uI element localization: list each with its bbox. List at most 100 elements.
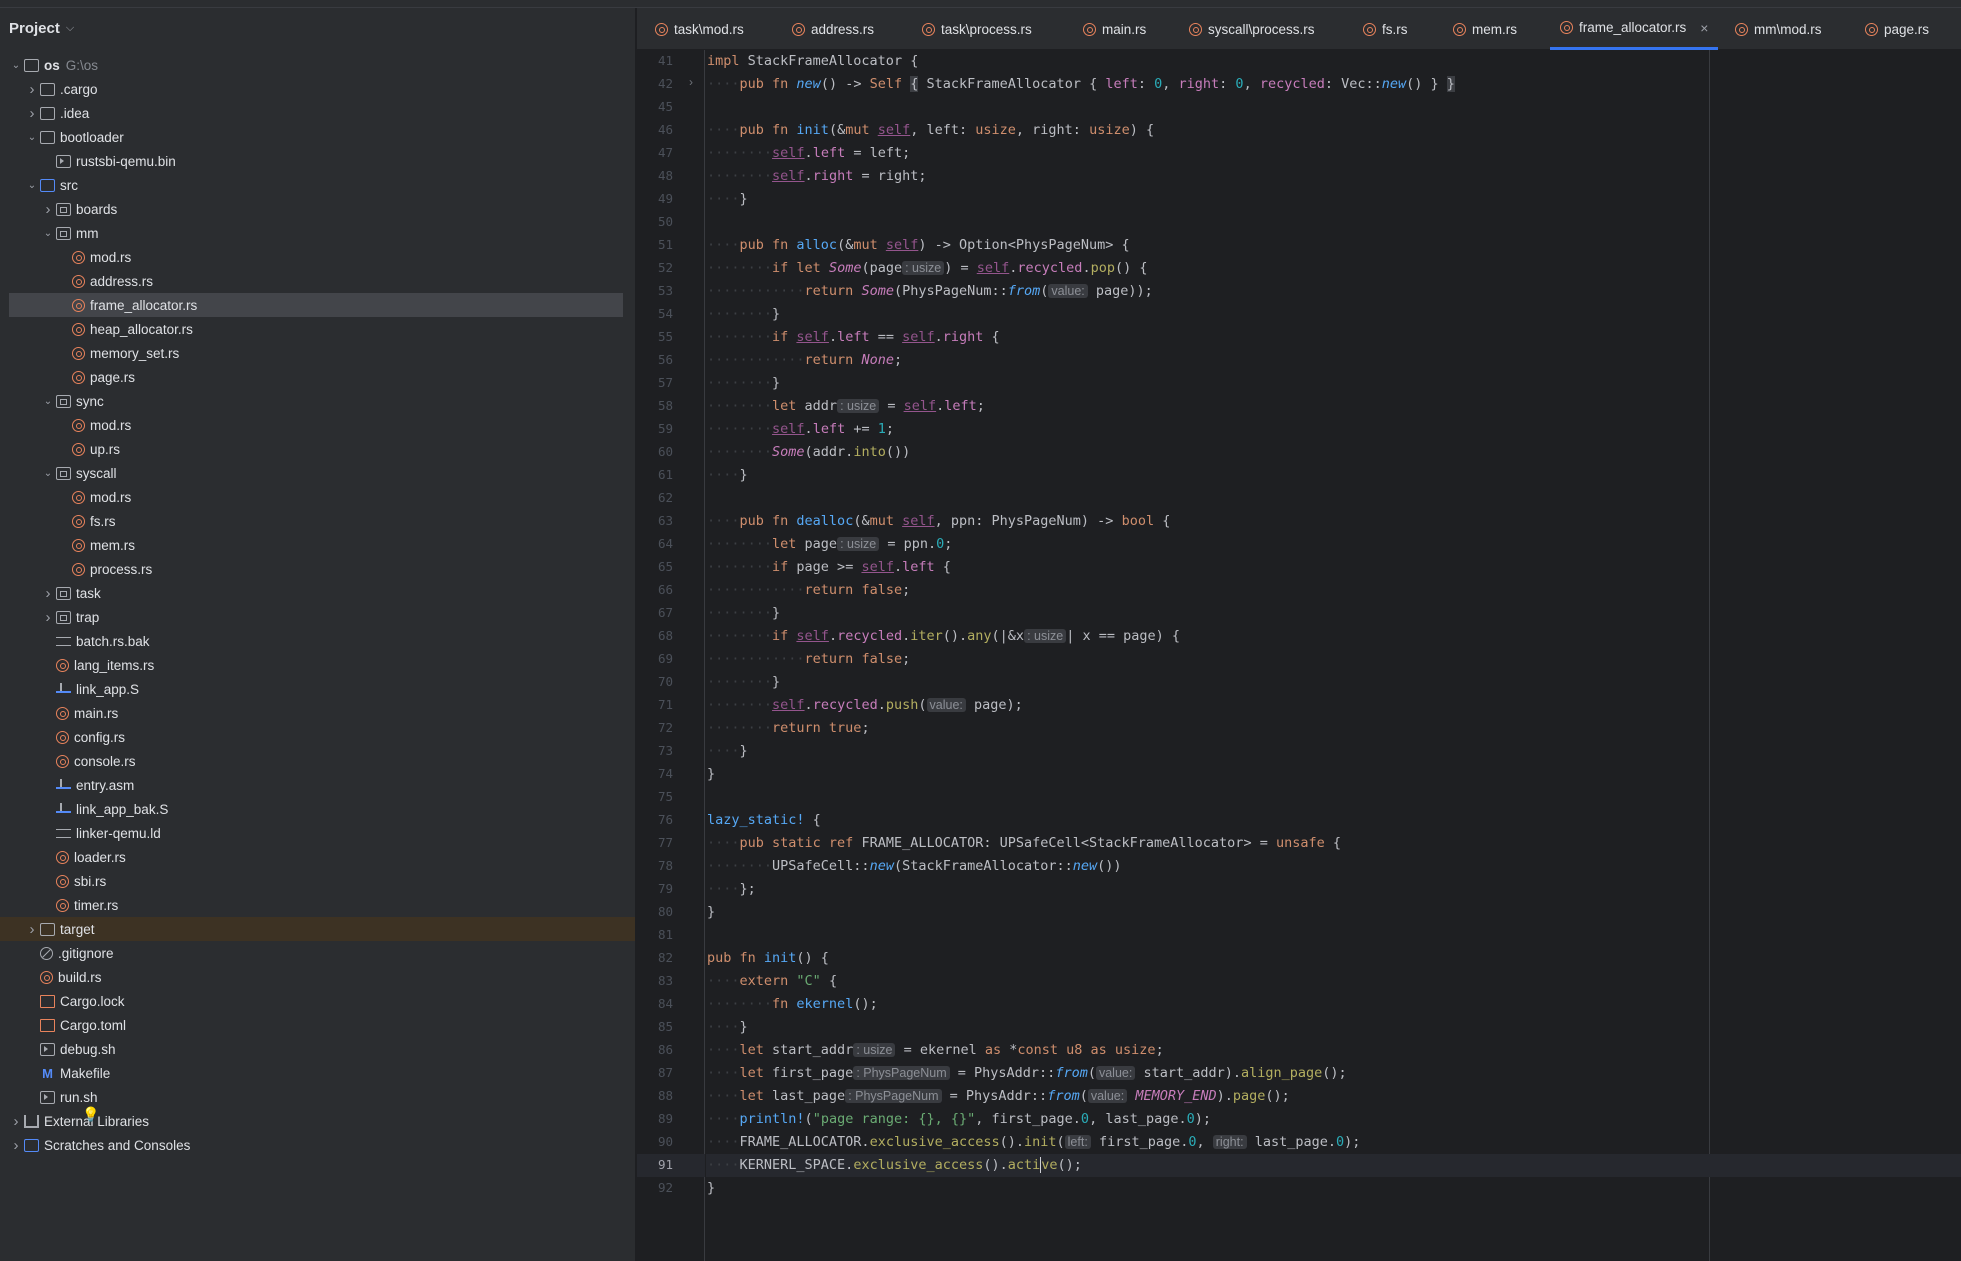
fold-expand-icon[interactable]: ›: [689, 75, 693, 89]
code-line: ········let addr: usize = self.left;: [707, 395, 985, 417]
tree-item[interactable]: debug.sh: [0, 1037, 635, 1061]
code-token: ;: [944, 536, 953, 552]
tab[interactable]: task\mod.rs: [645, 8, 754, 50]
tab[interactable]: task\process.rs: [912, 8, 1042, 50]
tree-item[interactable]: loader.rs: [0, 845, 635, 869]
chevron-down-icon[interactable]: ⌵: [66, 22, 74, 35]
tree-item[interactable]: linker-qemu.ld: [0, 821, 635, 845]
code-token: self: [902, 329, 935, 345]
chevron-down-icon[interactable]: ⌄: [24, 180, 40, 191]
code-line: ········return true;: [707, 717, 870, 739]
inlay-hint: : PhysPageNum: [853, 1066, 950, 1080]
rust-file-icon: [1865, 22, 1878, 36]
tree-item[interactable]: frame_allocator.rs: [9, 293, 623, 317]
chevron-right-icon[interactable]: ›: [40, 585, 56, 602]
tree-item[interactable]: link_app.S: [0, 677, 635, 701]
tree-item[interactable]: link_app_bak.S: [0, 797, 635, 821]
tree-item[interactable]: › target: [0, 917, 635, 941]
tree-item[interactable]: build.rs: [0, 965, 635, 989]
code-token: unsafe: [1275, 835, 1325, 851]
code-token: ().: [983, 1157, 1008, 1173]
code-token: () ->: [820, 76, 870, 92]
code-token: last_page.: [1246, 1134, 1336, 1150]
tree-item[interactable]: ⌄ mm: [0, 221, 635, 245]
chevron-right-icon[interactable]: ›: [24, 81, 40, 98]
chevron-right-icon[interactable]: ›: [24, 105, 40, 122]
tab[interactable]: address.rs: [782, 8, 884, 50]
tree-item[interactable]: Cargo.toml: [0, 1013, 635, 1037]
tree-item[interactable]: › trap: [0, 605, 635, 629]
tree-item-label: memory_set.rs: [90, 345, 180, 361]
tree-item-label: mm: [76, 225, 99, 241]
tree-item[interactable]: ⌄ os G:\os: [0, 53, 635, 77]
tree-item[interactable]: mod.rs: [0, 413, 635, 437]
folded-region[interactable]: }: [1446, 76, 1455, 92]
tree-item[interactable]: › .idea: [0, 101, 635, 125]
chevron-right-icon[interactable]: ›: [40, 609, 56, 626]
rust-file-icon: [72, 322, 85, 336]
tree-item[interactable]: .gitignore: [0, 941, 635, 965]
tree-item[interactable]: fs.rs: [0, 509, 635, 533]
tree-item[interactable]: heap_allocator.rs: [0, 317, 635, 341]
tree-item[interactable]: sbi.rs: [0, 869, 635, 893]
inlay-hint: value:: [1087, 1089, 1128, 1103]
code-line: ····pub static ref FRAME_ALLOCATOR: UPSa…: [707, 832, 1341, 854]
tree-item[interactable]: batch.rs.bak: [0, 629, 635, 653]
tab[interactable]: main.rs: [1073, 8, 1156, 50]
tree-item[interactable]: mod.rs: [0, 485, 635, 509]
tab[interactable]: mem.rs: [1443, 8, 1527, 50]
chevron-down-icon[interactable]: ⌄: [24, 132, 40, 143]
code-token: = ppn.: [879, 536, 937, 552]
close-icon[interactable]: ×: [1700, 20, 1708, 36]
chevron-down-icon[interactable]: ⌄: [8, 60, 24, 71]
tree-item[interactable]: › .cargo: [0, 77, 635, 101]
tree-item[interactable]: address.rs: [0, 269, 635, 293]
tab[interactable]: frame_allocator.rs ×: [1550, 8, 1719, 50]
tree-item[interactable]: up.rs: [0, 437, 635, 461]
tree-item[interactable]: mod.rs: [0, 245, 635, 269]
tree-item[interactable]: memory_set.rs: [0, 341, 635, 365]
tree-item[interactable]: Cargo.lock: [0, 989, 635, 1013]
tab[interactable]: mm\mod.rs: [1725, 8, 1832, 50]
chevron-right-icon[interactable]: ›: [40, 201, 56, 218]
code-token: .: [877, 697, 886, 713]
tree-item[interactable]: page.rs: [0, 365, 635, 389]
tree-item[interactable]: process.rs: [0, 557, 635, 581]
tree-item[interactable]: ⌄ bootloader: [0, 125, 635, 149]
tree-item[interactable]: main.rs: [0, 701, 635, 725]
tree-item[interactable]: ⌄ syscall: [0, 461, 635, 485]
code-token: }: [772, 375, 781, 391]
chevron-right-icon[interactable]: ›: [24, 921, 40, 938]
project-header[interactable]: Project ⌵: [0, 8, 635, 48]
tree-item[interactable]: › task: [0, 581, 635, 605]
tree-item[interactable]: timer.rs: [0, 893, 635, 917]
tree-item[interactable]: › Scratches and Consoles: [0, 1133, 635, 1157]
tree-item-label: Scratches and Consoles: [44, 1137, 191, 1153]
tree-item[interactable]: M Makefile: [0, 1061, 635, 1085]
code-token: }: [739, 1019, 748, 1035]
tree-item[interactable]: mem.rs: [0, 533, 635, 557]
code-editor[interactable]: impl StackFrameAllocator {····pub fn new…: [706, 50, 1961, 1261]
chevron-down-icon[interactable]: ⌄: [40, 468, 56, 479]
code-token: {: [1154, 513, 1171, 529]
code-token: ········: [707, 329, 773, 345]
tree-item[interactable]: ⌄ src: [0, 173, 635, 197]
tree-item[interactable]: › boards: [0, 197, 635, 221]
tree-item[interactable]: ⌄ sync: [0, 389, 635, 413]
tab[interactable]: fs.rs: [1353, 8, 1418, 50]
tree-item[interactable]: entry.asm: [0, 773, 635, 797]
tab[interactable]: page.rs: [1855, 8, 1939, 50]
code-token: self: [885, 237, 919, 253]
code-token: }: [739, 743, 748, 759]
chevron-down-icon[interactable]: ⌄: [40, 228, 56, 239]
chevron-right-icon[interactable]: ›: [8, 1137, 24, 1154]
code-token: recycled: [837, 628, 903, 644]
chevron-down-icon[interactable]: ⌄: [40, 396, 56, 407]
tab[interactable]: syscall\process.rs: [1179, 8, 1325, 50]
tree-item[interactable]: rustsbi-qemu.bin: [0, 149, 635, 173]
lightbulb-icon[interactable]: 💡: [82, 1106, 99, 1123]
tree-item[interactable]: config.rs: [0, 725, 635, 749]
tree-item[interactable]: lang_items.rs: [0, 653, 635, 677]
chevron-right-icon[interactable]: ›: [8, 1113, 24, 1130]
tree-item[interactable]: console.rs: [0, 749, 635, 773]
